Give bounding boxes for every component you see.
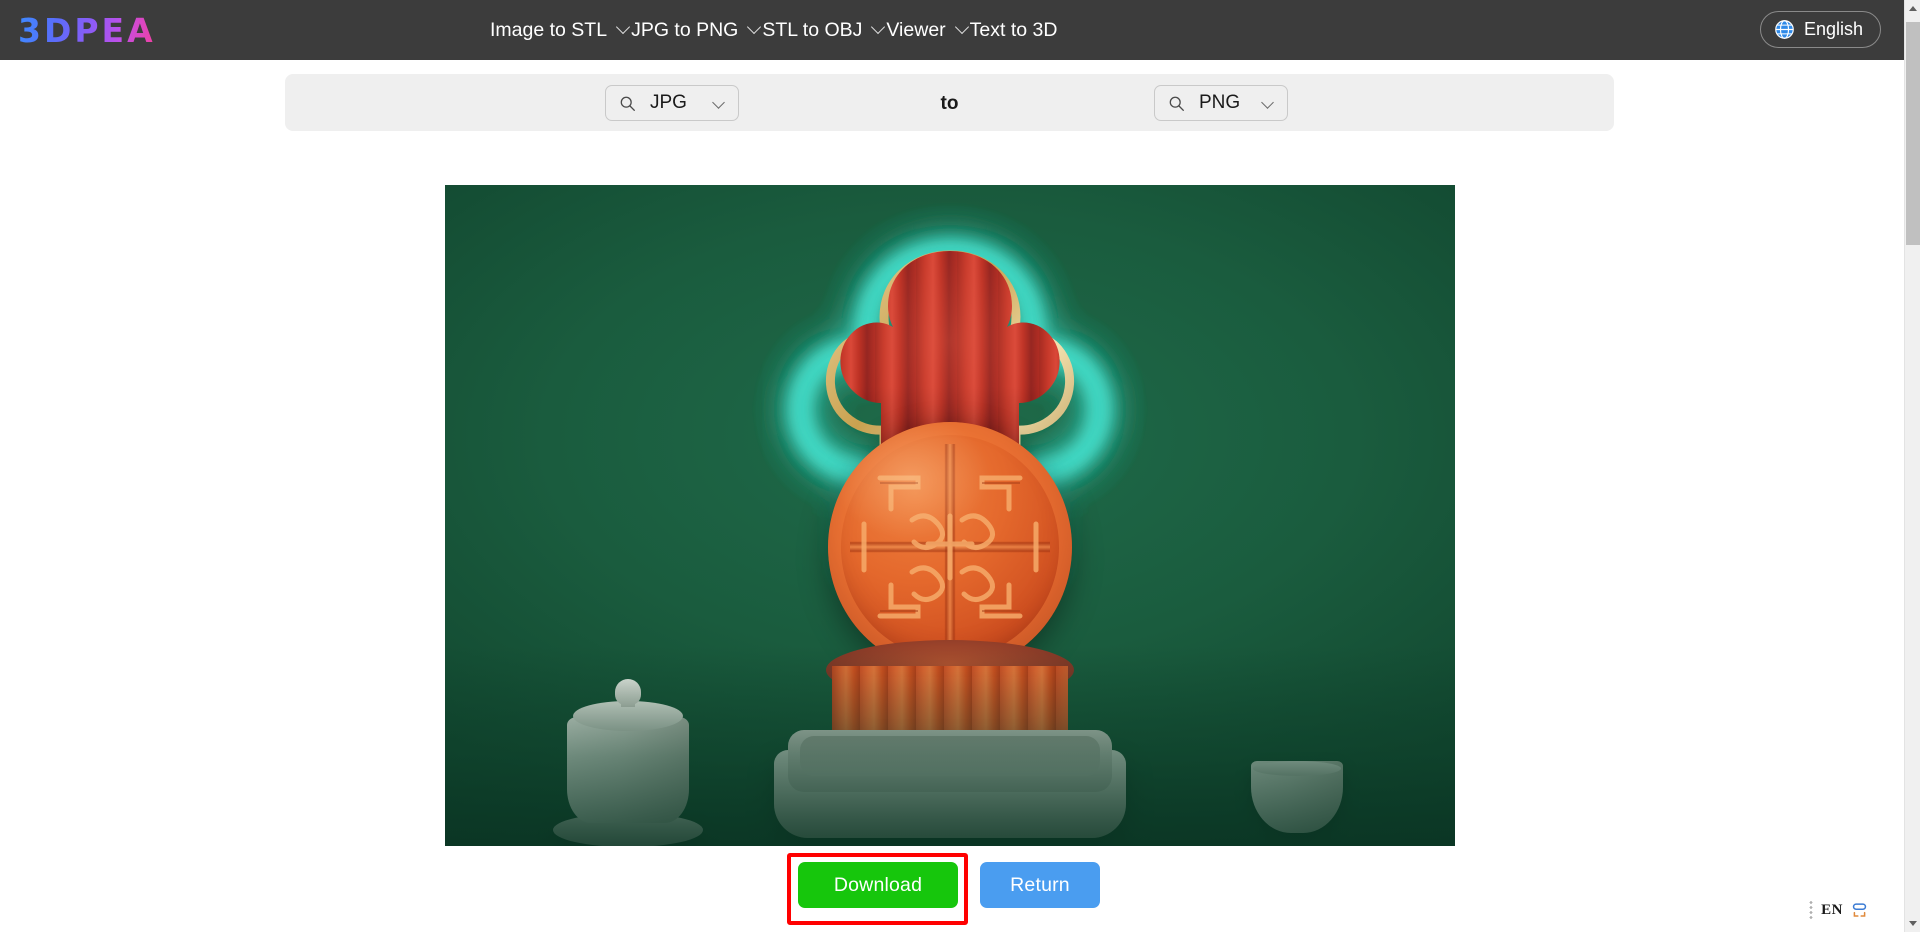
download-button[interactable]: Download [798, 862, 958, 908]
language-label: English [1803, 19, 1863, 39]
drag-handle-icon[interactable] [1809, 900, 1814, 920]
search-icon [1169, 96, 1184, 111]
scroll-up-arrow-icon[interactable] [1905, 0, 1920, 17]
nav-item-label: Image to STL [490, 18, 608, 41]
ime-mode-icon[interactable] [1851, 902, 1868, 919]
top-navigation-bar: 3DPEA Image to STL JPG to PNG STL to OBJ… [0, 0, 1904, 60]
target-format-value: PNG [1199, 92, 1241, 113]
nav-item-viewer[interactable]: Viewer [886, 19, 969, 42]
nav-item-jpg-to-png[interactable]: JPG to PNG [631, 19, 762, 42]
chevron-down-icon [618, 22, 631, 35]
chevron-down-icon [749, 22, 762, 35]
format-converter-bar: JPG to PNG [285, 74, 1614, 131]
language-selector-button[interactable]: English [1759, 11, 1881, 48]
target-format-select[interactable]: PNG [1154, 85, 1288, 121]
mooncake-embossed-motif [861, 475, 1039, 619]
main-menu: Image to STL JPG to PNG STL to OBJ Viewe… [490, 0, 1057, 60]
return-button[interactable]: Return [980, 862, 1100, 908]
nav-item-stl-to-obj[interactable]: STL to OBJ [762, 19, 886, 42]
nav-item-image-to-stl[interactable]: Image to STL [490, 19, 631, 42]
ime-language-label[interactable]: EN [1821, 902, 1843, 919]
standing-mooncake [828, 422, 1072, 672]
nav-item-label: Viewer [886, 18, 946, 41]
chevron-down-icon [957, 22, 970, 35]
scroll-down-arrow-icon[interactable] [1905, 915, 1920, 932]
site-logo[interactable]: 3DPEA [18, 11, 156, 50]
page-scrollbar[interactable] [1904, 0, 1920, 932]
chevron-down-icon [873, 22, 886, 35]
image-preview[interactable] [445, 185, 1455, 846]
scrollbar-thumb[interactable] [1906, 22, 1920, 245]
mooncake-scene-illustration [445, 185, 1455, 846]
nav-item-label: JPG to PNG [631, 18, 739, 41]
nav-item-text-to-3d[interactable]: Text to 3D [970, 19, 1058, 42]
action-button-row: Download Return [0, 862, 1904, 922]
globe-icon [1775, 20, 1794, 39]
ime-indicator[interactable]: EN [1805, 896, 1872, 924]
chevron-down-icon [1262, 97, 1274, 109]
nav-item-label: Text to 3D [969, 18, 1058, 41]
nav-item-label: STL to OBJ [762, 18, 863, 41]
scene-floor-shadow [445, 646, 1455, 846]
conversion-separator-label: to [940, 93, 959, 114]
